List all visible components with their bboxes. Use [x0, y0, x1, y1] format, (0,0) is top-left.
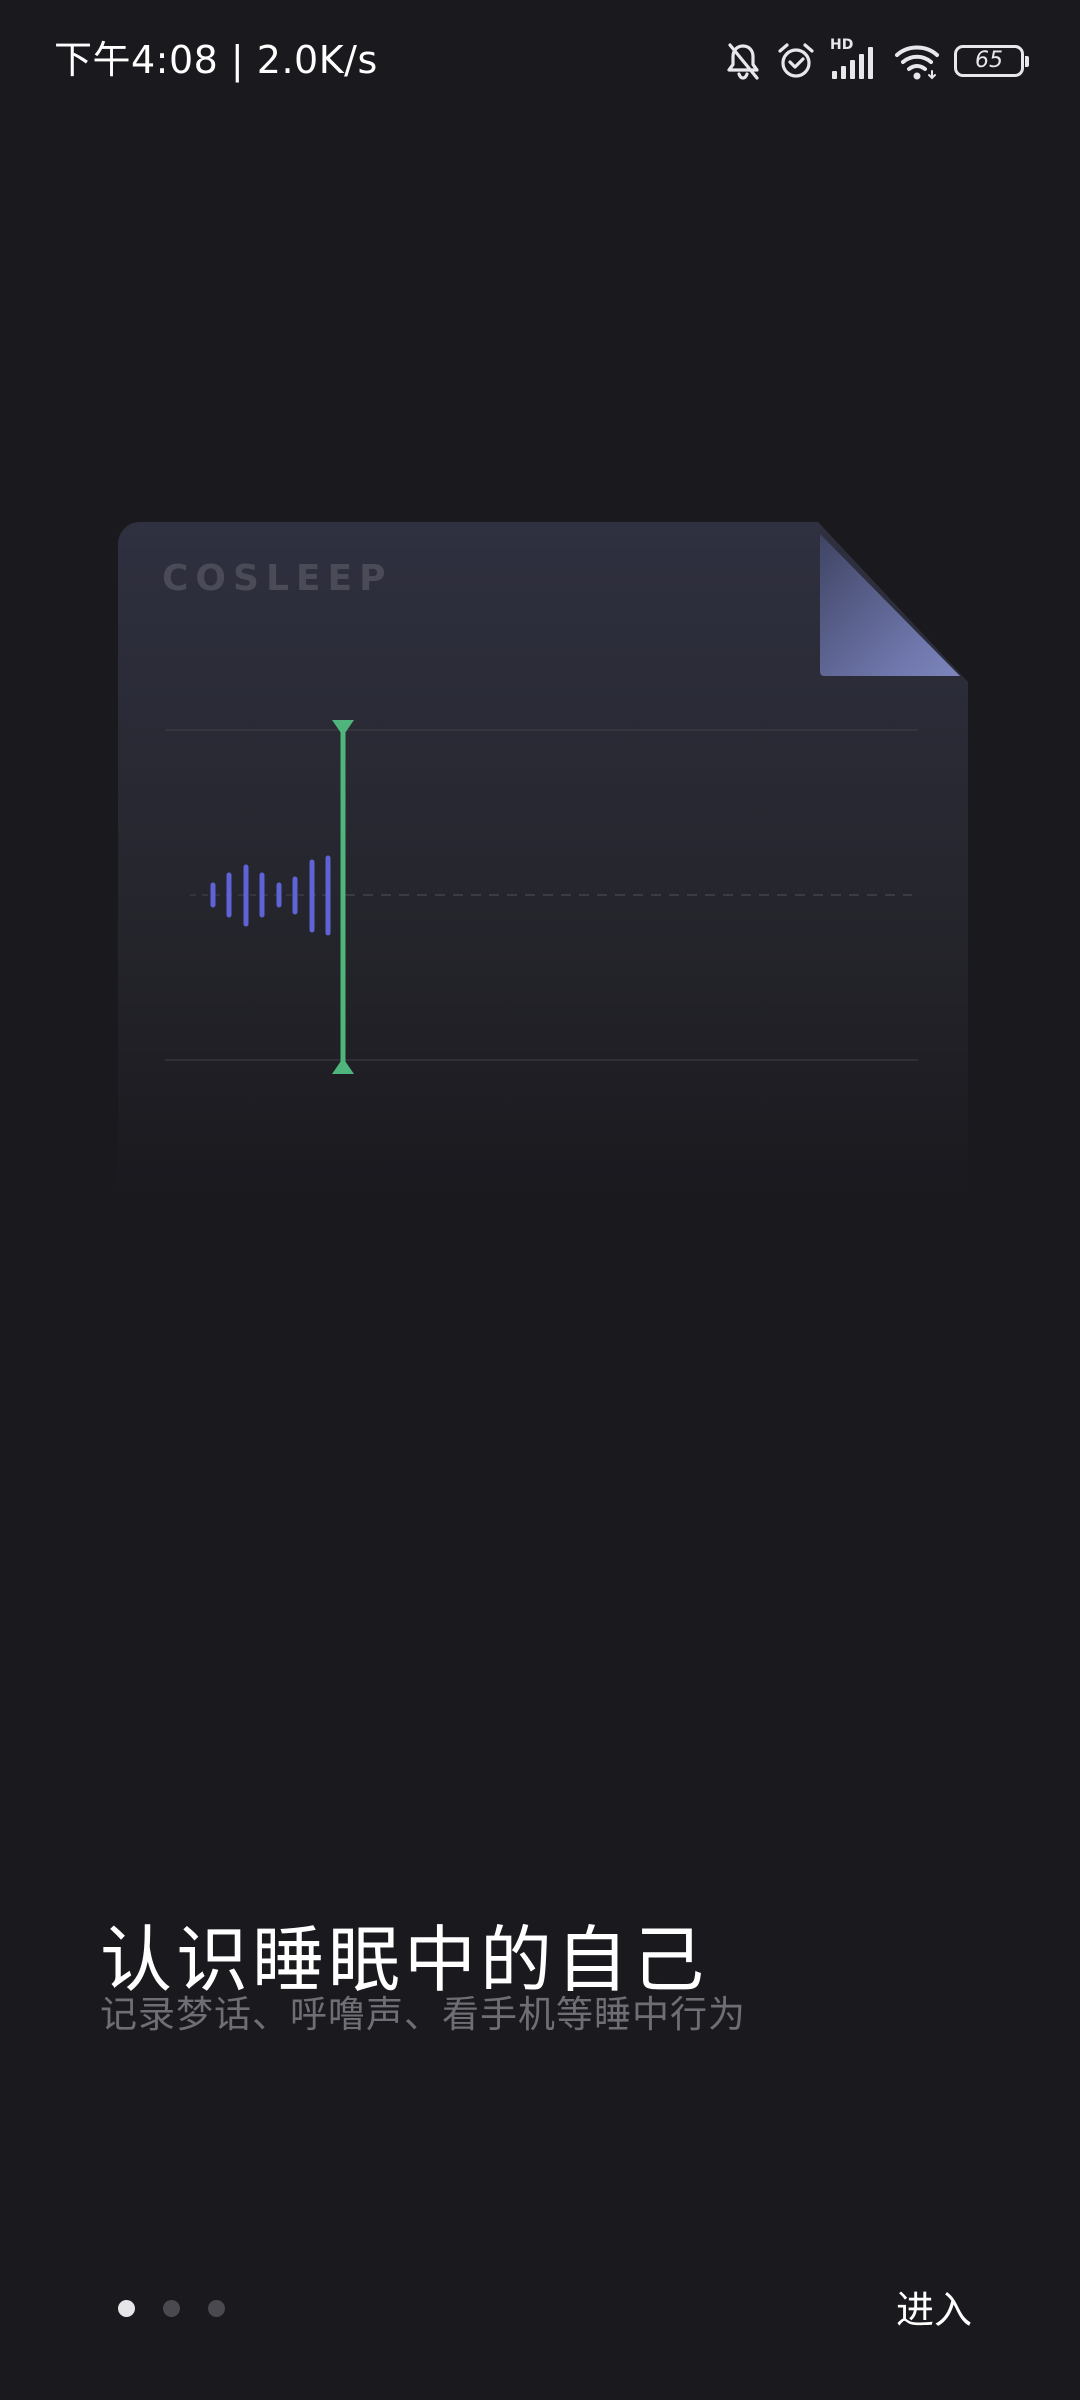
onboarding-page: 下午4:08 | 2.0K/s HD 65 COSLEEP 认识睡眠中的自己 记… [0, 0, 1080, 2400]
page-dot-3[interactable] [208, 2300, 225, 2317]
page-indicator [118, 2300, 225, 2317]
enter-button[interactable]: 进入 [896, 2282, 972, 2338]
onboarding-subtitle: 记录梦话、呼噜声、看手机等睡中行为 [100, 1993, 746, 2036]
audio-wave-bars [210, 855, 331, 936]
playhead-cursor [332, 720, 354, 1074]
page-dot-2[interactable] [163, 2300, 180, 2317]
waveform-graphic [165, 720, 918, 1074]
page-dot-1[interactable] [118, 2300, 135, 2317]
